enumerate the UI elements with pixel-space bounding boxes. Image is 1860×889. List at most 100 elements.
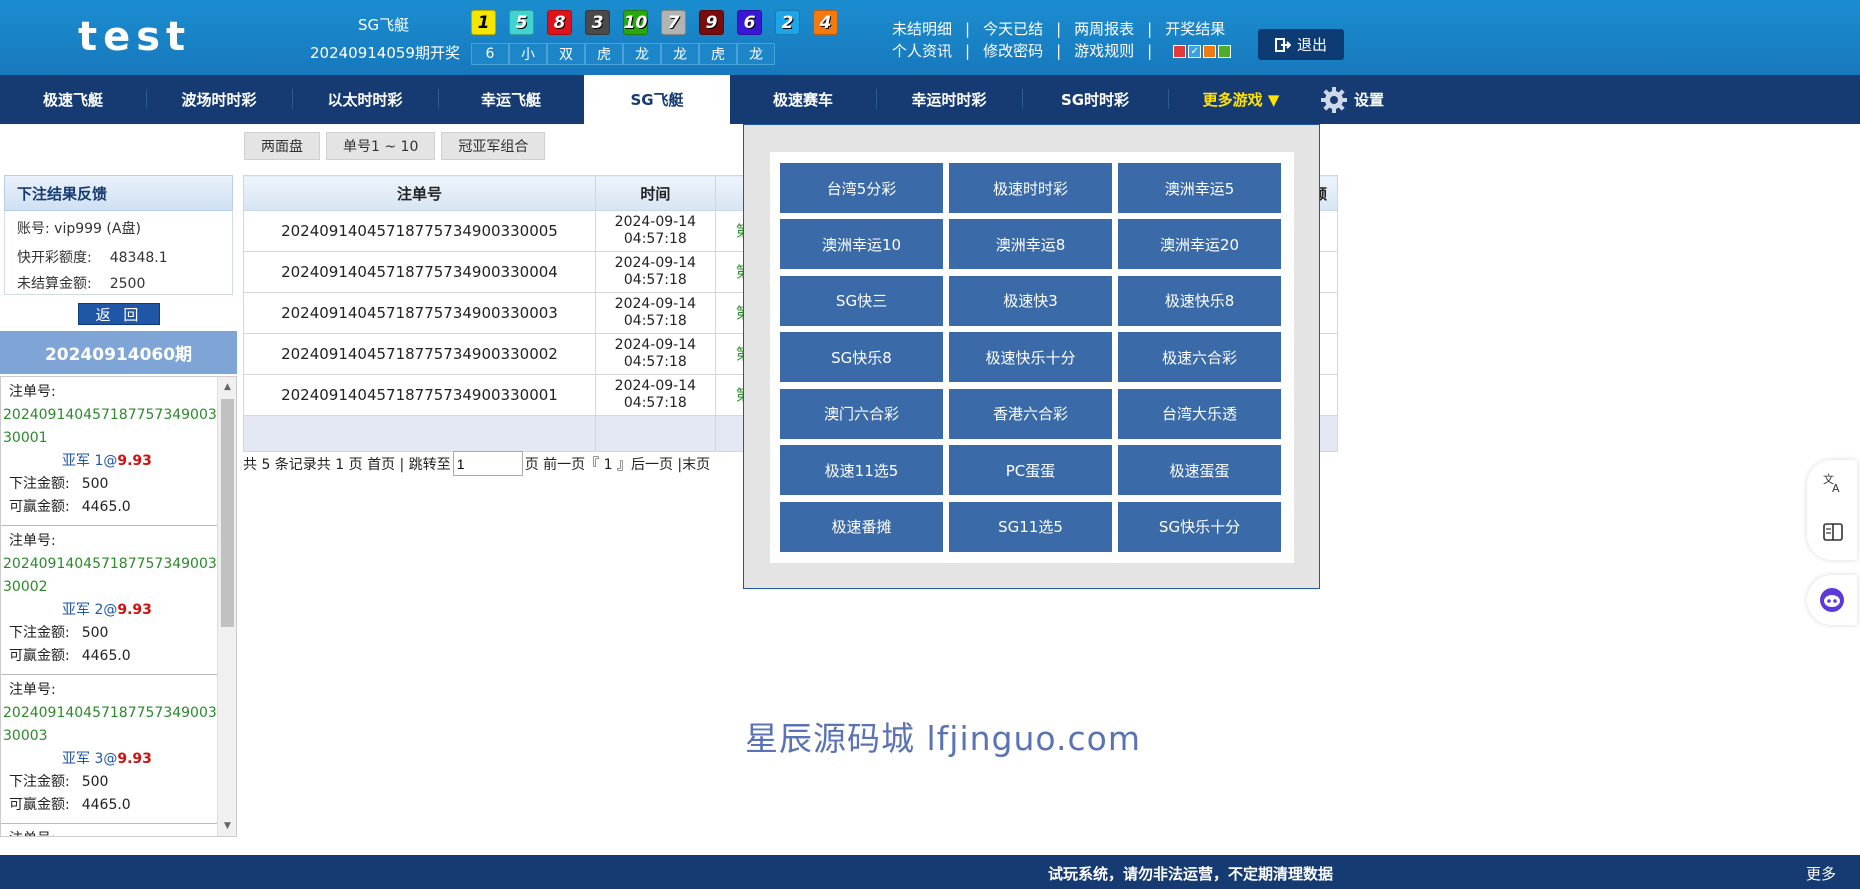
list-item: 注单号: 20240914045718775734900330002 亚军 2@… <box>1 526 217 675</box>
list-item: 注单号: 20240914045718775734900330003 亚军 3@… <box>1 675 217 824</box>
unsettled-label: 未结算金额: <box>17 276 92 292</box>
game-button[interactable]: 极速番摊 <box>780 501 943 552</box>
pagination: 共 5 条记录共 1 页 首页 | 跳转至 页 前一页『 1 』后一页 |末页 <box>243 451 710 476</box>
back-button[interactable]: 返 回 <box>78 303 160 325</box>
settings-button[interactable]: 设置 <box>1320 75 1384 124</box>
scroll-thumb[interactable] <box>221 399 234 627</box>
cell-bet-no: 20240914045718775734900330004 <box>243 251 596 293</box>
more-games-grid: 台湾5分彩 极速时时彩 澳洲幸运5 澳洲幸运10 澳洲幸运8 澳洲幸运20 SG… <box>770 152 1294 563</box>
pager-summary: 共 5 条记录共 1 页 首页 | 跳转至 <box>243 456 451 473</box>
cell-bet-no: 20240914045718775734900330003 <box>243 292 596 334</box>
nav-item-sg-feiting[interactable]: SG飞艇 <box>584 75 730 124</box>
bet-no-label: 注单号: <box>9 828 217 836</box>
game-button[interactable]: 澳门六合彩 <box>780 388 943 439</box>
stat-cell: 龙 <box>661 43 699 65</box>
bet-odds: 9.93 <box>117 751 152 767</box>
game-button[interactable]: 极速快3 <box>949 275 1112 326</box>
cell-date: 2024-09-14 <box>614 214 697 230</box>
cell-clock: 04:57:18 <box>623 313 687 329</box>
amount-value: 500 <box>81 476 109 492</box>
nav-item-xingyun-feiting[interactable]: 幸运飞艇 <box>438 75 584 124</box>
game-button[interactable]: 澳洲幸运20 <box>1118 219 1281 270</box>
cell-time: 2024-09-14 04:57:18 <box>594 251 716 293</box>
bet-odds: 9.93 <box>117 453 152 469</box>
link-unsettled[interactable]: 未结明细 <box>892 18 952 40</box>
bet-no: 20240914045718775734900330001 <box>3 407 217 446</box>
cell-bet-no: 20240914045718775734900330005 <box>243 210 596 252</box>
tab-guanya-combo[interactable]: 冠亚军组合 <box>441 132 546 160</box>
link-change-password[interactable]: 修改密码 <box>983 40 1043 62</box>
nav-item-more-games[interactable]: 更多游戏 ▼ <box>1168 75 1314 124</box>
translate-icon[interactable]: 文 A <box>1822 472 1844 494</box>
game-button[interactable]: 极速快乐8 <box>1118 275 1281 326</box>
header: test SG飞艇 20240914059期开奖 1 5 8 3 10 7 9 … <box>0 0 1860 75</box>
link-profile[interactable]: 个人资讯 <box>892 40 952 62</box>
game-button[interactable]: 香港六合彩 <box>949 388 1112 439</box>
nav-item-jisu-saiche[interactable]: 极速赛车 <box>730 75 876 124</box>
game-button[interactable]: PC蛋蛋 <box>949 445 1112 496</box>
bet-feedback-title: 下注结果反馈 <box>4 175 233 211</box>
game-button[interactable]: SG11选5 <box>949 501 1112 552</box>
game-button[interactable]: 极速快乐十分 <box>949 332 1112 383</box>
lottery-name: SG飞艇 <box>358 16 410 34</box>
cell-date: 2024-09-14 <box>614 378 697 394</box>
gear-icon <box>1321 86 1347 113</box>
link-two-week-report[interactable]: 两周报表 <box>1074 18 1134 40</box>
draw-result-balls: 1 5 8 3 10 7 9 6 2 4 <box>471 10 851 35</box>
cell-time: 2024-09-14 04:57:18 <box>594 292 716 334</box>
current-issue: 20240914060期 <box>0 331 237 374</box>
theme-swatch-red[interactable] <box>1173 44 1187 58</box>
page-jump-input[interactable] <box>452 451 523 476</box>
stat-cell: 虎 <box>585 43 623 65</box>
game-button[interactable]: SG快乐十分 <box>1118 501 1281 552</box>
result-ball: 5 <box>509 10 534 35</box>
reader-icon[interactable] <box>1822 521 1844 543</box>
theme-swatch-blue-check-icon[interactable]: ✓ <box>1188 44 1202 58</box>
stat-cell: 小 <box>509 43 547 65</box>
theme-swatch-orange[interactable] <box>1203 44 1217 58</box>
stat-cell: 6 <box>471 43 509 65</box>
tab-danhao[interactable]: 单号1 ~ 10 <box>326 132 436 160</box>
nav-item-jisu-feiting[interactable]: 极速飞艇 <box>0 75 146 124</box>
bet-pick: 亚军 2@9.93 <box>62 602 152 618</box>
logout-button[interactable]: 退出 <box>1258 29 1344 60</box>
scroll-down-icon[interactable]: ▼ <box>218 818 236 834</box>
logout-icon <box>1274 37 1291 52</box>
link-game-rules[interactable]: 游戏规则 <box>1074 40 1134 62</box>
game-button[interactable]: 极速时时彩 <box>949 163 1112 213</box>
result-ball: 7 <box>661 10 686 35</box>
game-button[interactable]: SG快乐8 <box>780 332 943 383</box>
game-button[interactable]: 台湾大乐透 <box>1118 388 1281 439</box>
account-value: vip999 (A盘) <box>54 221 141 237</box>
nav-item-xingyun-ssc[interactable]: 幸运时时彩 <box>876 75 1022 124</box>
floating-toolbar: 文 A <box>1807 460 1857 560</box>
game-button[interactable]: 澳洲幸运8 <box>949 219 1112 270</box>
game-button[interactable]: 台湾5分彩 <box>780 163 943 213</box>
cell-time: 2024-09-14 04:57:18 <box>594 374 716 416</box>
bet-list[interactable]: 注单号: 20240914045718775734900330001 亚军 1@… <box>0 376 237 837</box>
assistant-button[interactable] <box>1807 575 1857 625</box>
result-ball: 3 <box>585 10 610 35</box>
theme-swatch-green[interactable] <box>1218 44 1232 58</box>
amount-label: 下注金额: <box>9 774 70 790</box>
result-ball: 8 <box>547 10 572 35</box>
game-button[interactable]: SG快三 <box>780 275 943 326</box>
nav-item-bochang-ssc[interactable]: 波场时时彩 <box>146 75 292 124</box>
draw-stats: 6 小 双 虎 龙 龙 虎 龙 <box>471 43 775 65</box>
game-button[interactable]: 极速蛋蛋 <box>1118 445 1281 496</box>
bet-list-scrollbar[interactable]: ▲ ▼ <box>217 377 236 836</box>
link-today-settled[interactable]: 今天已结 <box>983 18 1043 40</box>
game-button[interactable]: 极速六合彩 <box>1118 332 1281 383</box>
game-button[interactable]: 澳洲幸运10 <box>780 219 943 270</box>
account-info: 账号: vip999 (A盘) 快开彩额度: 48348.1 未结算金额: 2500 <box>4 211 233 295</box>
pager-nav[interactable]: 页 前一页『 1 』后一页 |末页 <box>525 454 710 474</box>
tab-liangmian[interactable]: 两面盘 <box>244 132 320 160</box>
game-button[interactable]: 极速11选5 <box>780 445 943 496</box>
nav-item-sg-ssc[interactable]: SG时时彩 <box>1022 75 1168 124</box>
pick-text: 亚军 3 <box>62 751 104 767</box>
link-draw-results[interactable]: 开奖结果 <box>1165 18 1225 40</box>
game-button[interactable]: 澳洲幸运5 <box>1118 163 1281 213</box>
nav-item-yitai-ssc[interactable]: 以太时时彩 <box>292 75 438 124</box>
scroll-up-icon[interactable]: ▲ <box>218 379 236 395</box>
footer-more-link[interactable]: 更多 <box>1806 863 1836 884</box>
